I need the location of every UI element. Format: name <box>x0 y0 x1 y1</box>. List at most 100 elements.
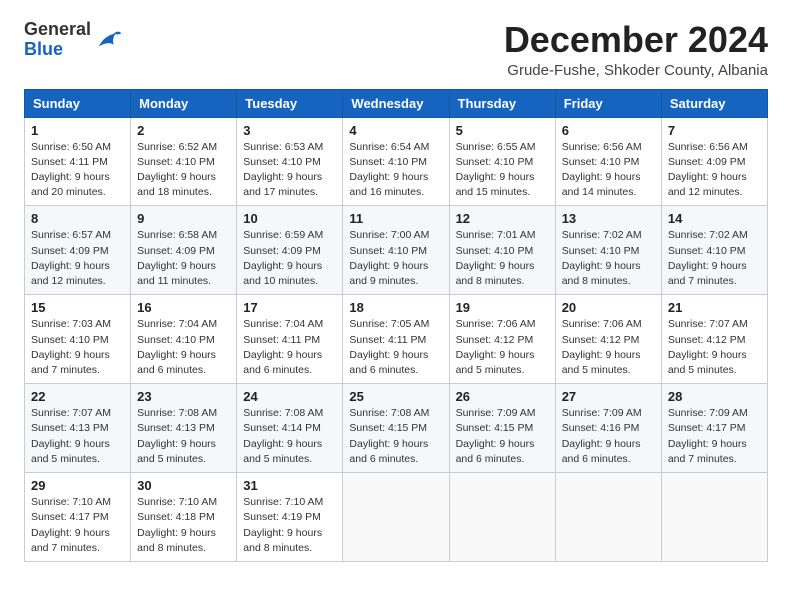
calendar-cell: 31 Sunrise: 7:10 AMSunset: 4:19 PMDayligh… <box>237 473 343 562</box>
calendar-week-row: 8 Sunrise: 6:57 AMSunset: 4:09 PMDaylight… <box>25 206 768 295</box>
day-info: Sunrise: 7:09 AMSunset: 4:16 PMDaylight:… <box>562 406 655 467</box>
logo-blue-text: Blue <box>24 39 63 59</box>
logo-general-text: General <box>24 19 91 39</box>
weekday-header-row: SundayMondayTuesdayWednesdayThursdayFrid… <box>25 89 768 117</box>
weekday-header-sunday: Sunday <box>25 89 131 117</box>
calendar-cell <box>555 473 661 562</box>
weekday-header-thursday: Thursday <box>449 89 555 117</box>
day-info: Sunrise: 7:04 AMSunset: 4:10 PMDaylight:… <box>137 317 230 378</box>
day-info: Sunrise: 7:08 AMSunset: 4:15 PMDaylight:… <box>349 406 442 467</box>
day-number: 19 <box>456 300 549 315</box>
day-info: Sunrise: 7:09 AMSunset: 4:15 PMDaylight:… <box>456 406 549 467</box>
calendar-cell: 4 Sunrise: 6:54 AMSunset: 4:10 PMDaylight… <box>343 117 449 206</box>
calendar-cell <box>449 473 555 562</box>
day-info: Sunrise: 7:07 AMSunset: 4:12 PMDaylight:… <box>668 317 761 378</box>
calendar-cell: 10 Sunrise: 6:59 AMSunset: 4:09 PMDayligh… <box>237 206 343 295</box>
day-number: 12 <box>456 211 549 226</box>
day-number: 17 <box>243 300 336 315</box>
calendar-cell: 18Sunrise: 7:05 AMSunset: 4:11 PMDayligh… <box>343 295 449 384</box>
weekday-header-wednesday: Wednesday <box>343 89 449 117</box>
day-info: Sunrise: 7:06 AMSunset: 4:12 PMDaylight:… <box>562 317 655 378</box>
day-number: 27 <box>562 389 655 404</box>
day-info: Sunrise: 6:56 AMSunset: 4:10 PMDaylight:… <box>562 140 655 201</box>
calendar-cell: 17 Sunrise: 7:04 AMSunset: 4:11 PMDayligh… <box>237 295 343 384</box>
calendar-cell: 22 Sunrise: 7:07 AMSunset: 4:13 PMDayligh… <box>25 384 131 473</box>
day-number: 24 <box>243 389 336 404</box>
day-number: 21 <box>668 300 761 315</box>
weekday-header-friday: Friday <box>555 89 661 117</box>
calendar-cell: 7Sunrise: 6:56 AMSunset: 4:09 PMDaylight… <box>661 117 767 206</box>
weekday-header-saturday: Saturday <box>661 89 767 117</box>
day-info: Sunrise: 6:55 AMSunset: 4:10 PMDaylight:… <box>456 140 549 201</box>
day-info: Sunrise: 7:00 AMSunset: 4:10 PMDaylight:… <box>349 228 442 289</box>
logo-bird-icon <box>95 26 123 54</box>
day-number: 1 <box>31 123 124 138</box>
day-number: 25 <box>349 389 442 404</box>
calendar-cell: 16 Sunrise: 7:04 AMSunset: 4:10 PMDayligh… <box>131 295 237 384</box>
calendar-cell: 23 Sunrise: 7:08 AMSunset: 4:13 PMDayligh… <box>131 384 237 473</box>
day-number: 11 <box>349 211 442 226</box>
calendar-cell: 5Sunrise: 6:55 AMSunset: 4:10 PMDaylight… <box>449 117 555 206</box>
day-info: Sunrise: 7:04 AMSunset: 4:11 PMDaylight:… <box>243 317 336 378</box>
day-number: 15 <box>31 300 124 315</box>
day-number: 22 <box>31 389 124 404</box>
day-number: 26 <box>456 389 549 404</box>
day-info: Sunrise: 7:06 AMSunset: 4:12 PMDaylight:… <box>456 317 549 378</box>
day-number: 28 <box>668 389 761 404</box>
day-number: 23 <box>137 389 230 404</box>
day-info: Sunrise: 7:07 AMSunset: 4:13 PMDaylight:… <box>31 406 124 467</box>
weekday-header-tuesday: Tuesday <box>237 89 343 117</box>
calendar-cell: 30 Sunrise: 7:10 AMSunset: 4:18 PMDayligh… <box>131 473 237 562</box>
day-info: Sunrise: 7:09 AMSunset: 4:17 PMDaylight:… <box>668 406 761 467</box>
month-title: December 2024 <box>504 20 768 60</box>
calendar-cell <box>343 473 449 562</box>
day-number: 29 <box>31 478 124 493</box>
calendar-week-row: 15 Sunrise: 7:03 AMSunset: 4:10 PMDayligh… <box>25 295 768 384</box>
location-subtitle: Grude-Fushe, Shkoder County, Albania <box>504 62 768 79</box>
day-number: 20 <box>562 300 655 315</box>
calendar-cell: 28 Sunrise: 7:09 AMSunset: 4:17 PMDayligh… <box>661 384 767 473</box>
day-info: Sunrise: 7:10 AMSunset: 4:18 PMDaylight:… <box>137 495 230 556</box>
day-number: 30 <box>137 478 230 493</box>
calendar-table: SundayMondayTuesdayWednesdayThursdayFrid… <box>24 89 768 562</box>
day-number: 10 <box>243 211 336 226</box>
day-number: 2 <box>137 123 230 138</box>
calendar-cell: 24 Sunrise: 7:08 AMSunset: 4:14 PMDayligh… <box>237 384 343 473</box>
calendar-cell <box>661 473 767 562</box>
day-number: 8 <box>31 211 124 226</box>
calendar-cell: 29Sunrise: 7:10 AMSunset: 4:17 PMDayligh… <box>25 473 131 562</box>
day-number: 9 <box>137 211 230 226</box>
day-info: Sunrise: 7:03 AMSunset: 4:10 PMDaylight:… <box>31 317 124 378</box>
calendar-cell: 1Sunrise: 6:50 AMSunset: 4:11 PMDaylight… <box>25 117 131 206</box>
day-info: Sunrise: 6:53 AMSunset: 4:10 PMDaylight:… <box>243 140 336 201</box>
calendar-cell: 19 Sunrise: 7:06 AMSunset: 4:12 PMDayligh… <box>449 295 555 384</box>
day-info: Sunrise: 7:08 AMSunset: 4:14 PMDaylight:… <box>243 406 336 467</box>
day-info: Sunrise: 7:01 AMSunset: 4:10 PMDaylight:… <box>456 228 549 289</box>
day-number: 14 <box>668 211 761 226</box>
day-number: 7 <box>668 123 761 138</box>
page-header: General Blue December 2024 Grude-Fushe, … <box>24 20 768 79</box>
calendar-cell: 11 Sunrise: 7:00 AMSunset: 4:10 PMDayligh… <box>343 206 449 295</box>
day-number: 6 <box>562 123 655 138</box>
day-info: Sunrise: 6:58 AMSunset: 4:09 PMDaylight:… <box>137 228 230 289</box>
day-info: Sunrise: 6:59 AMSunset: 4:09 PMDaylight:… <box>243 228 336 289</box>
calendar-cell: 3 Sunrise: 6:53 AMSunset: 4:10 PMDaylight… <box>237 117 343 206</box>
day-info: Sunrise: 7:08 AMSunset: 4:13 PMDaylight:… <box>137 406 230 467</box>
weekday-header-monday: Monday <box>131 89 237 117</box>
day-info: Sunrise: 7:10 AMSunset: 4:19 PMDaylight:… <box>243 495 336 556</box>
day-number: 16 <box>137 300 230 315</box>
day-number: 31 <box>243 478 336 493</box>
day-number: 4 <box>349 123 442 138</box>
calendar-cell: 13Sunrise: 7:02 AMSunset: 4:10 PMDayligh… <box>555 206 661 295</box>
calendar-cell: 15 Sunrise: 7:03 AMSunset: 4:10 PMDayligh… <box>25 295 131 384</box>
day-info: Sunrise: 6:54 AMSunset: 4:10 PMDaylight:… <box>349 140 442 201</box>
calendar-cell: 26 Sunrise: 7:09 AMSunset: 4:15 PMDayligh… <box>449 384 555 473</box>
day-info: Sunrise: 6:52 AMSunset: 4:10 PMDaylight:… <box>137 140 230 201</box>
calendar-cell: 20 Sunrise: 7:06 AMSunset: 4:12 PMDayligh… <box>555 295 661 384</box>
calendar-cell: 27 Sunrise: 7:09 AMSunset: 4:16 PMDayligh… <box>555 384 661 473</box>
day-info: Sunrise: 6:57 AMSunset: 4:09 PMDaylight:… <box>31 228 124 289</box>
day-info: Sunrise: 7:02 AMSunset: 4:10 PMDaylight:… <box>668 228 761 289</box>
day-number: 13 <box>562 211 655 226</box>
calendar-cell: 14 Sunrise: 7:02 AMSunset: 4:10 PMDayligh… <box>661 206 767 295</box>
day-number: 3 <box>243 123 336 138</box>
